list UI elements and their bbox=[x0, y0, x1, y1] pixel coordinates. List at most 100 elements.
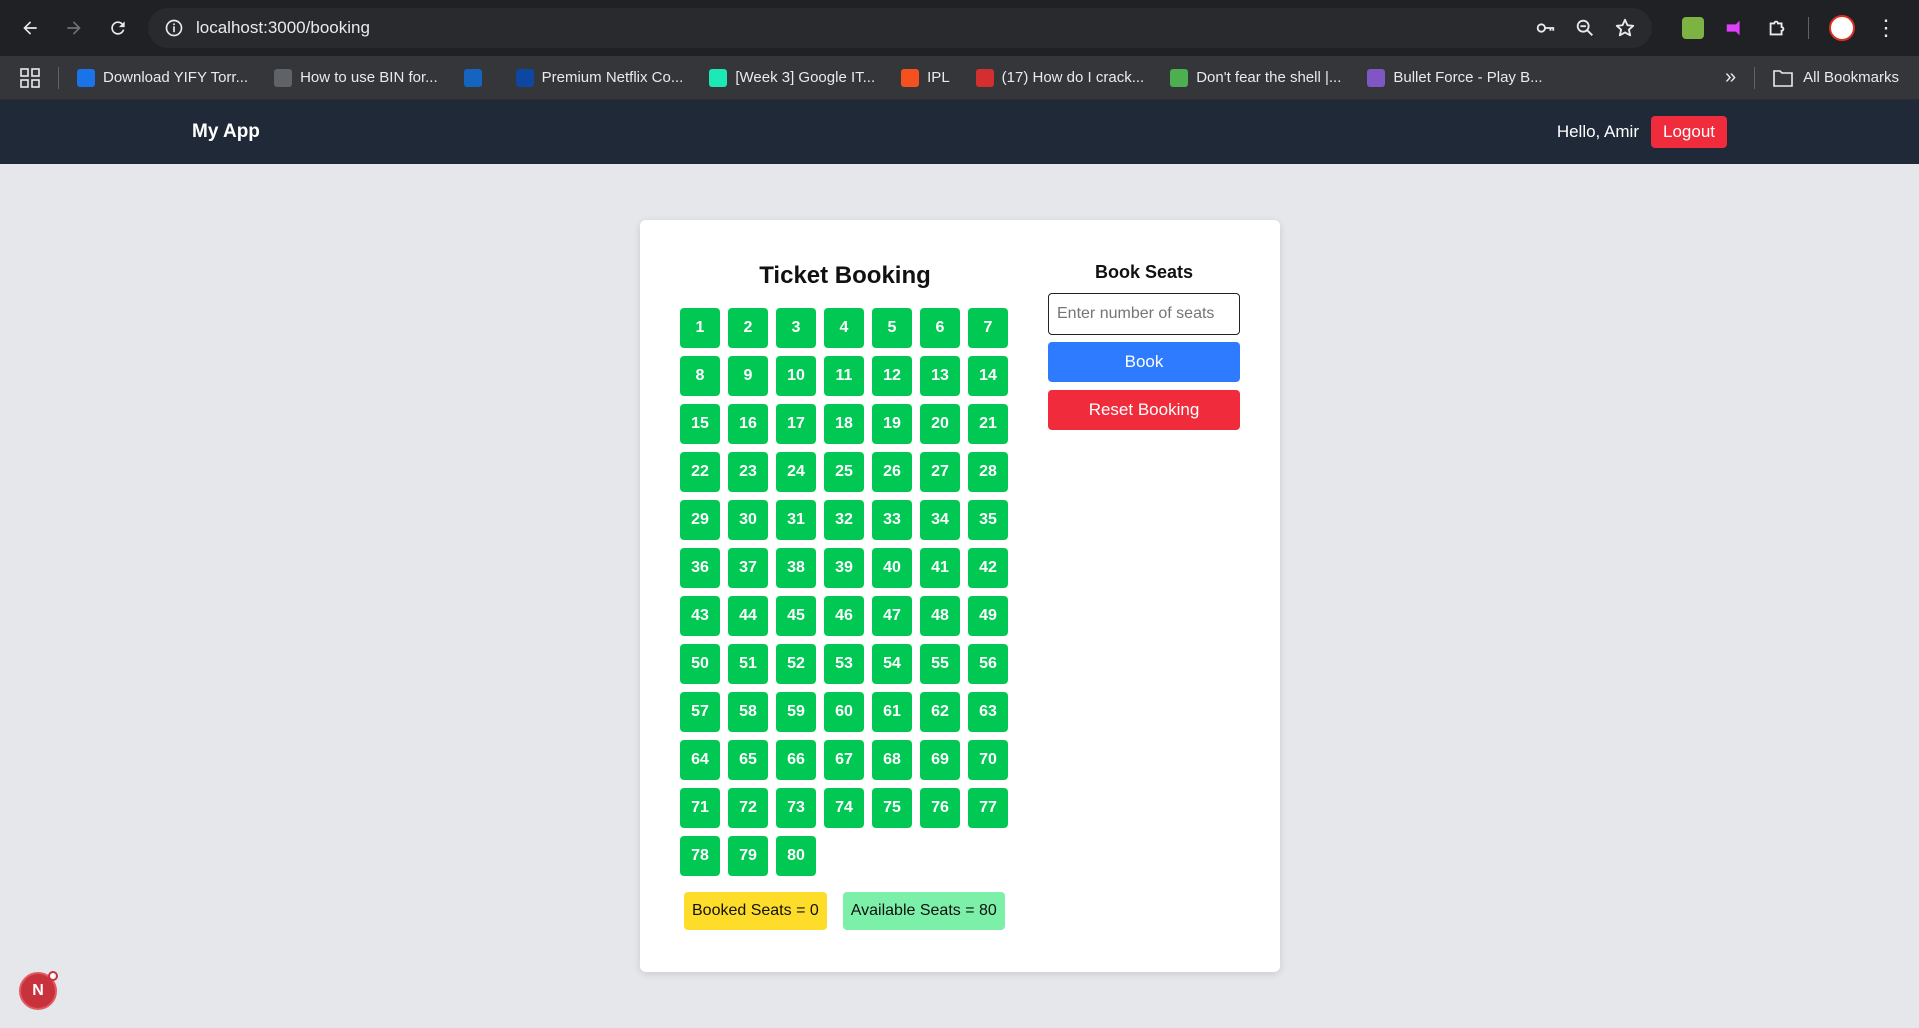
seat-1[interactable]: 1 bbox=[680, 308, 720, 348]
seat-76[interactable]: 76 bbox=[920, 788, 960, 828]
seat-24[interactable]: 24 bbox=[776, 452, 816, 492]
key-icon[interactable] bbox=[1534, 17, 1556, 39]
seat-12[interactable]: 12 bbox=[872, 356, 912, 396]
seat-33[interactable]: 33 bbox=[872, 500, 912, 540]
seat-16[interactable]: 16 bbox=[728, 404, 768, 444]
seat-49[interactable]: 49 bbox=[968, 596, 1008, 636]
seat-62[interactable]: 62 bbox=[920, 692, 960, 732]
bookmark-item[interactable]: (17) How do I crack... bbox=[975, 68, 1144, 87]
seat-55[interactable]: 55 bbox=[920, 644, 960, 684]
seat-count-input[interactable] bbox=[1048, 293, 1240, 335]
seat-69[interactable]: 69 bbox=[920, 740, 960, 780]
bookmark-item[interactable]: IPL bbox=[901, 68, 950, 87]
all-bookmarks-button[interactable]: All Bookmarks bbox=[1773, 69, 1899, 87]
seat-28[interactable]: 28 bbox=[968, 452, 1008, 492]
seat-44[interactable]: 44 bbox=[728, 596, 768, 636]
address-bar[interactable]: localhost:3000/booking bbox=[148, 8, 1652, 48]
seat-64[interactable]: 64 bbox=[680, 740, 720, 780]
seat-77[interactable]: 77 bbox=[968, 788, 1008, 828]
site-info-icon[interactable] bbox=[164, 18, 184, 38]
seat-8[interactable]: 8 bbox=[680, 356, 720, 396]
seat-13[interactable]: 13 bbox=[920, 356, 960, 396]
seat-4[interactable]: 4 bbox=[824, 308, 864, 348]
zoom-icon[interactable] bbox=[1574, 17, 1596, 39]
reload-icon[interactable] bbox=[100, 10, 136, 46]
seat-32[interactable]: 32 bbox=[824, 500, 864, 540]
profile-avatar[interactable] bbox=[1829, 15, 1855, 41]
seat-39[interactable]: 39 bbox=[824, 548, 864, 588]
seat-52[interactable]: 52 bbox=[776, 644, 816, 684]
url-text[interactable]: localhost:3000/booking bbox=[196, 18, 1534, 38]
seat-22[interactable]: 22 bbox=[680, 452, 720, 492]
seat-23[interactable]: 23 bbox=[728, 452, 768, 492]
seat-70[interactable]: 70 bbox=[968, 740, 1008, 780]
menu-dots-icon[interactable]: ⋮ bbox=[1875, 17, 1897, 39]
seat-5[interactable]: 5 bbox=[872, 308, 912, 348]
seat-14[interactable]: 14 bbox=[968, 356, 1008, 396]
seat-47[interactable]: 47 bbox=[872, 596, 912, 636]
seat-75[interactable]: 75 bbox=[872, 788, 912, 828]
seat-10[interactable]: 10 bbox=[776, 356, 816, 396]
seat-34[interactable]: 34 bbox=[920, 500, 960, 540]
seat-36[interactable]: 36 bbox=[680, 548, 720, 588]
seat-9[interactable]: 9 bbox=[728, 356, 768, 396]
bookmark-item[interactable]: How to use BIN for... bbox=[274, 68, 438, 87]
star-icon[interactable] bbox=[1614, 17, 1636, 39]
seat-35[interactable]: 35 bbox=[968, 500, 1008, 540]
seat-20[interactable]: 20 bbox=[920, 404, 960, 444]
seat-31[interactable]: 31 bbox=[776, 500, 816, 540]
seat-38[interactable]: 38 bbox=[776, 548, 816, 588]
seat-43[interactable]: 43 bbox=[680, 596, 720, 636]
seat-3[interactable]: 3 bbox=[776, 308, 816, 348]
bookmark-item[interactable] bbox=[463, 68, 490, 87]
seat-78[interactable]: 78 bbox=[680, 836, 720, 876]
seat-56[interactable]: 56 bbox=[968, 644, 1008, 684]
dev-tools-badge[interactable]: N bbox=[19, 971, 58, 1010]
reset-booking-button[interactable]: Reset Booking bbox=[1048, 390, 1240, 430]
seat-53[interactable]: 53 bbox=[824, 644, 864, 684]
bookmark-item[interactable]: Download YIFY Torr... bbox=[77, 68, 248, 87]
seat-26[interactable]: 26 bbox=[872, 452, 912, 492]
seat-18[interactable]: 18 bbox=[824, 404, 864, 444]
seat-71[interactable]: 71 bbox=[680, 788, 720, 828]
seat-7[interactable]: 7 bbox=[968, 308, 1008, 348]
seat-42[interactable]: 42 bbox=[968, 548, 1008, 588]
seat-11[interactable]: 11 bbox=[824, 356, 864, 396]
forward-icon[interactable] bbox=[56, 10, 92, 46]
seat-19[interactable]: 19 bbox=[872, 404, 912, 444]
seat-79[interactable]: 79 bbox=[728, 836, 768, 876]
seat-66[interactable]: 66 bbox=[776, 740, 816, 780]
seat-21[interactable]: 21 bbox=[968, 404, 1008, 444]
extension-icon[interactable] bbox=[1724, 17, 1746, 39]
bookmark-item[interactable]: [Week 3] Google IT... bbox=[709, 68, 875, 87]
seat-40[interactable]: 40 bbox=[872, 548, 912, 588]
seat-25[interactable]: 25 bbox=[824, 452, 864, 492]
seat-68[interactable]: 68 bbox=[872, 740, 912, 780]
seat-67[interactable]: 67 bbox=[824, 740, 864, 780]
seat-65[interactable]: 65 bbox=[728, 740, 768, 780]
bookmark-item[interactable]: Don't fear the shell |... bbox=[1170, 68, 1341, 87]
seat-6[interactable]: 6 bbox=[920, 308, 960, 348]
more-bookmarks-icon[interactable]: » bbox=[1725, 66, 1736, 89]
seat-17[interactable]: 17 bbox=[776, 404, 816, 444]
bookmark-item[interactable]: Bullet Force - Play B... bbox=[1367, 68, 1543, 87]
seat-37[interactable]: 37 bbox=[728, 548, 768, 588]
seat-72[interactable]: 72 bbox=[728, 788, 768, 828]
seat-2[interactable]: 2 bbox=[728, 308, 768, 348]
seat-30[interactable]: 30 bbox=[728, 500, 768, 540]
book-button[interactable]: Book bbox=[1048, 342, 1240, 382]
seat-41[interactable]: 41 bbox=[920, 548, 960, 588]
seat-15[interactable]: 15 bbox=[680, 404, 720, 444]
seat-80[interactable]: 80 bbox=[776, 836, 816, 876]
seat-74[interactable]: 74 bbox=[824, 788, 864, 828]
seat-48[interactable]: 48 bbox=[920, 596, 960, 636]
seat-73[interactable]: 73 bbox=[776, 788, 816, 828]
logout-button[interactable]: Logout bbox=[1651, 116, 1727, 148]
seat-63[interactable]: 63 bbox=[968, 692, 1008, 732]
seat-45[interactable]: 45 bbox=[776, 596, 816, 636]
bookmark-item[interactable]: Premium Netflix Co... bbox=[515, 68, 683, 87]
back-icon[interactable] bbox=[12, 10, 48, 46]
seat-58[interactable]: 58 bbox=[728, 692, 768, 732]
seat-50[interactable]: 50 bbox=[680, 644, 720, 684]
brand-title[interactable]: My App bbox=[192, 121, 260, 143]
